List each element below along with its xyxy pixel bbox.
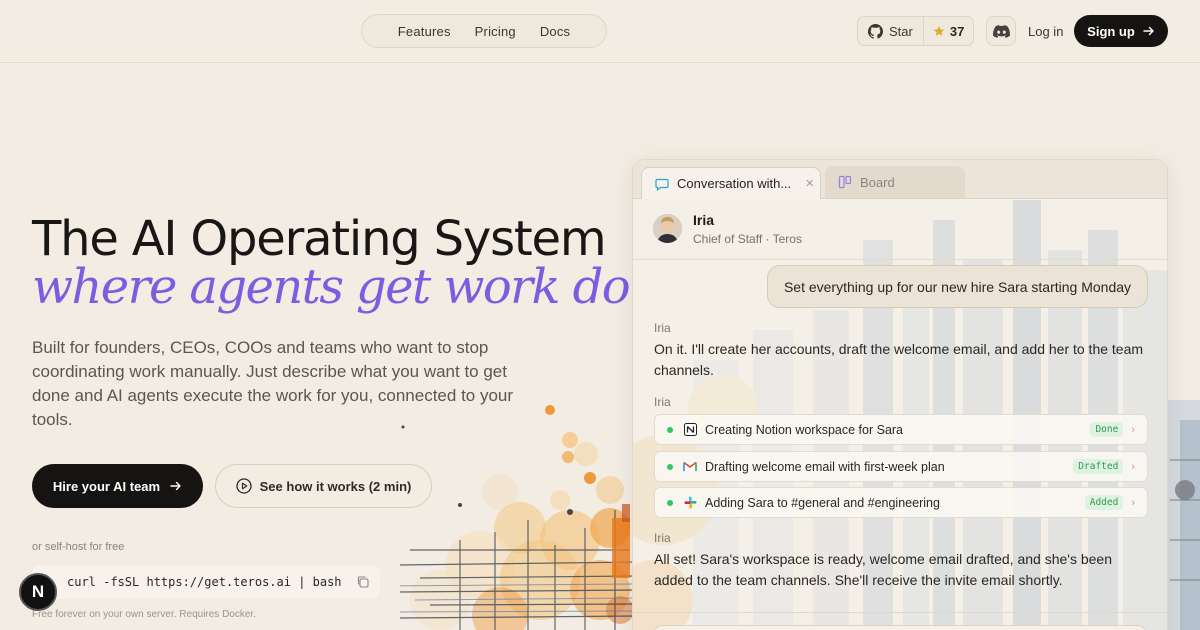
user-message-bubble: Set everything up for our new hire Sara … (767, 265, 1148, 308)
kanban-board-icon (838, 175, 852, 189)
tab-board-label: Board (860, 174, 895, 190)
chevron-right-icon: › (1131, 460, 1135, 473)
discord-icon (992, 24, 1010, 38)
tab-conversation-label: Conversation with... (677, 176, 792, 191)
discord-button[interactable] (986, 16, 1016, 46)
status-badge: Done (1090, 422, 1124, 437)
nav-features-link[interactable]: Features (398, 24, 451, 39)
agent-header: Iria Chief of Staff · Teros (633, 199, 1167, 260)
github-star-button[interactable]: Star 37 (857, 16, 974, 46)
conversation-panel: Conversation with... ✕ Board Iria Chief … (632, 159, 1168, 630)
task-row[interactable]: Creating Notion workspace for Sara Done … (654, 414, 1148, 445)
task-row[interactable]: Adding Sara to #general and #engineering… (654, 487, 1148, 518)
agent-role: Chief of Staff · Teros (693, 232, 802, 246)
star-count-box[interactable]: 37 (924, 17, 973, 45)
agent-avatar (653, 214, 682, 243)
slack-icon (683, 496, 697, 510)
panel-tab-bar: Conversation with... ✕ Board (633, 160, 1167, 199)
github-icon (868, 23, 883, 39)
star-label: Star (889, 23, 913, 39)
task-label: Creating Notion workspace for Sara (705, 422, 904, 437)
login-link[interactable]: Log in (1028, 24, 1063, 39)
signup-label: Sign up (1087, 23, 1135, 39)
chat-bubble-icon (655, 178, 669, 191)
message-sender: Iria (654, 395, 671, 409)
chevron-right-icon: › (1131, 423, 1135, 436)
message-sender: Iria (654, 531, 671, 545)
agent-message: All set! Sara's workspace is ready, welc… (654, 551, 1112, 588)
task-label: Drafting welcome email with first-week p… (705, 459, 945, 474)
status-dot (667, 499, 673, 506)
hero-subtitle: where agents get work done. (32, 259, 700, 315)
tab-board[interactable]: Board (825, 166, 965, 198)
notion-icon (683, 423, 697, 437)
task-label: Adding Sara to #general and #engineering (705, 495, 940, 510)
install-note: Free forever on your own server. Require… (32, 609, 256, 620)
task-row[interactable]: Drafting welcome email with first-week p… (654, 451, 1148, 482)
install-command-box[interactable]: curl -fsSL https://get.teros.ai | bash (32, 565, 380, 599)
message-sender: Iria (654, 321, 671, 335)
hire-ai-team-button[interactable]: Hire your AI team (32, 464, 203, 508)
badge-letter: N (31, 582, 45, 601)
main-nav: Features Pricing Docs (361, 14, 607, 48)
hero-description: Built for founders, CEOs, COOs and teams… (32, 338, 514, 429)
agent-name: Iria (693, 212, 715, 228)
gmail-icon (683, 460, 697, 474)
close-icon[interactable]: ✕ (805, 177, 814, 190)
status-badge: Added (1084, 495, 1124, 510)
arrow-right-icon (1143, 26, 1154, 36)
tab-conversation[interactable]: Conversation with... ✕ (641, 167, 821, 199)
agent-message: On it. I'll create her accounts, draft t… (654, 341, 1144, 378)
arrow-right-icon (170, 481, 181, 491)
copy-icon[interactable] (356, 575, 370, 589)
hire-ai-team-label: Hire your AI team (52, 478, 161, 494)
nav-pricing-link[interactable]: Pricing (475, 24, 516, 39)
top-navigation: Features Pricing Docs Star 37 Log in Sig… (0, 0, 1200, 63)
play-circle-icon (235, 478, 252, 494)
user-message-text: Set everything up for our new hire Sara … (783, 278, 1132, 295)
chevron-right-icon: › (1131, 496, 1135, 509)
see-how-it-works-button[interactable]: See how it works (2 min) (215, 464, 432, 508)
nav-docs-link[interactable]: Docs (540, 24, 570, 39)
selfhost-label: or self-host for free (32, 541, 125, 553)
status-badge: Drafted (1073, 459, 1124, 474)
status-dot (667, 426, 673, 433)
github-star-left[interactable]: Star (858, 17, 924, 45)
signup-button[interactable]: Sign up (1074, 15, 1168, 47)
install-command: curl -fsSL https://get.teros.ai | bash (67, 575, 342, 589)
message-input[interactable] (653, 625, 1147, 630)
n-logo-badge[interactable]: N (19, 573, 57, 611)
status-dot (667, 463, 673, 470)
star-count: 37 (949, 23, 965, 39)
see-how-it-works-label: See how it works (2 min) (259, 478, 412, 494)
star-icon (933, 26, 945, 36)
